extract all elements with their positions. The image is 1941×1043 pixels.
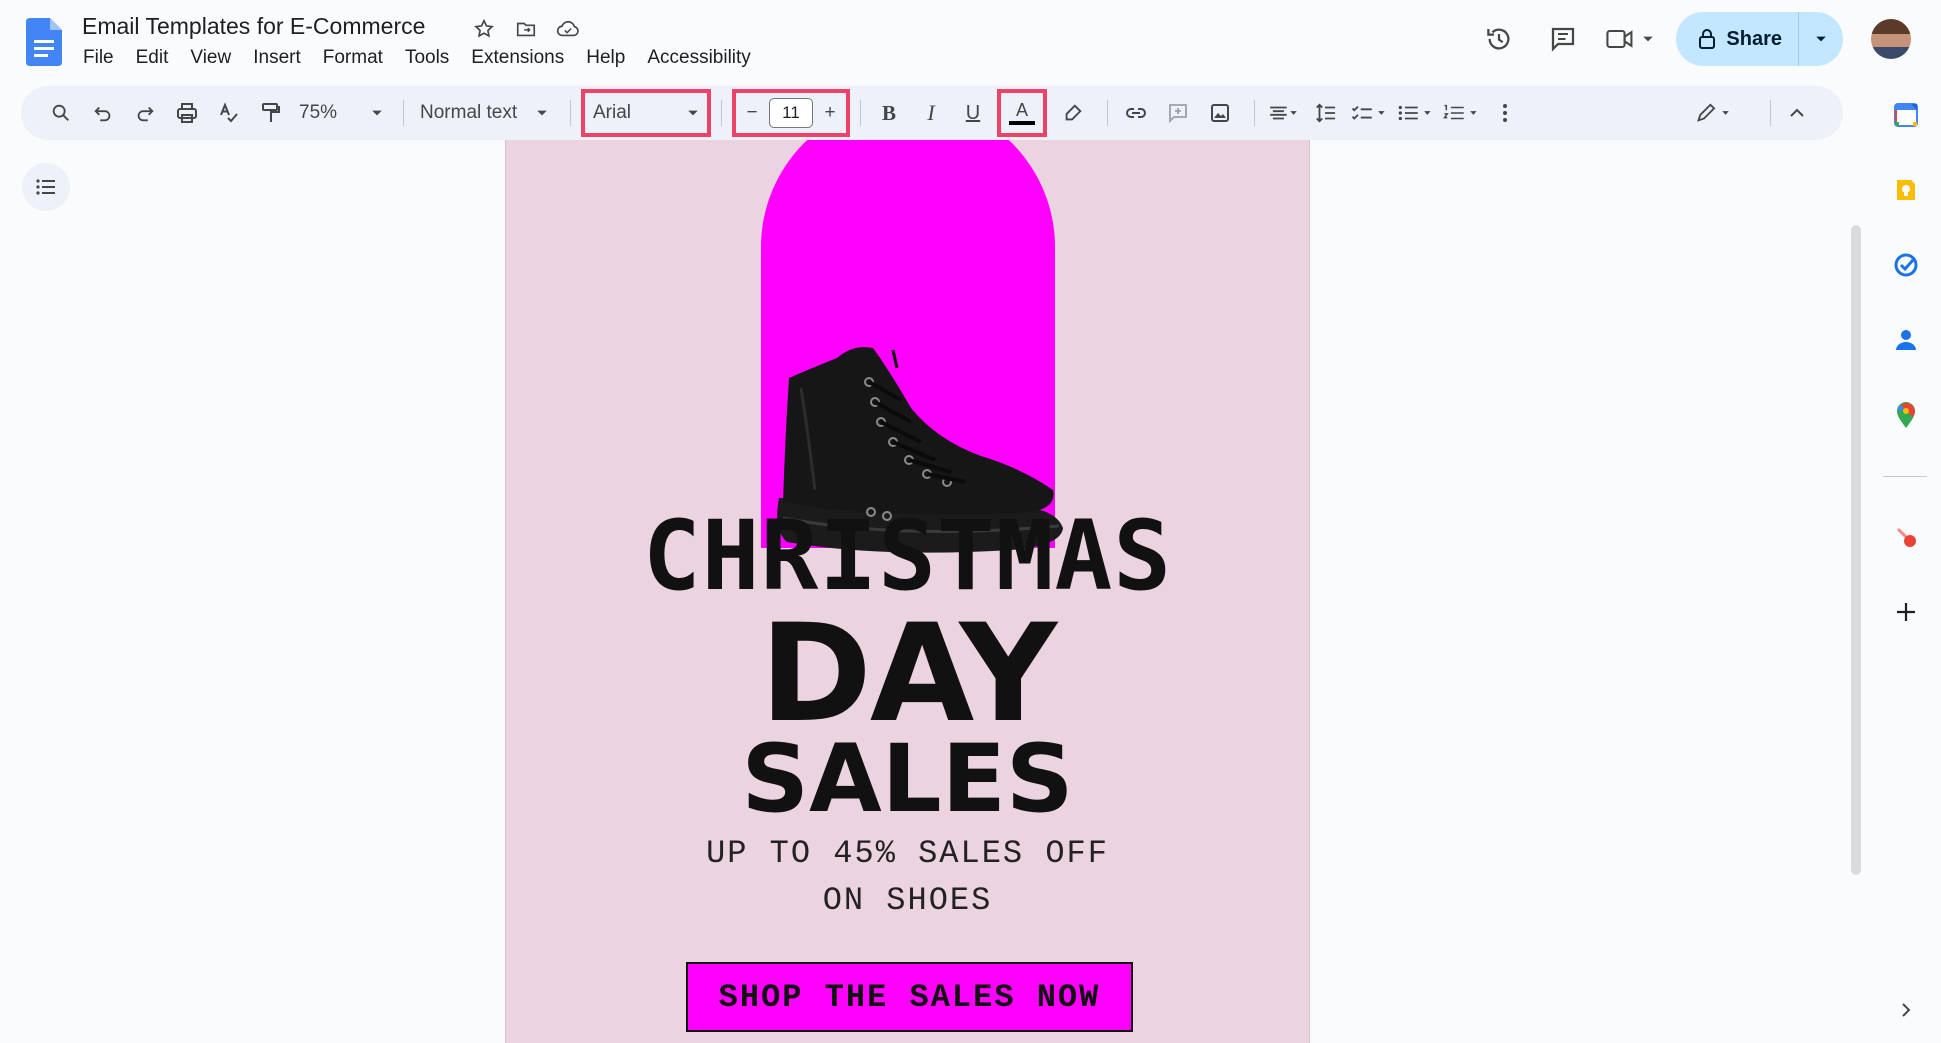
font-size-input[interactable]: 11 [769,98,813,128]
paragraph-style-select[interactable]: Normal text [414,95,554,131]
contacts-icon[interactable] [1892,326,1920,354]
collapse-icon[interactable] [1779,95,1815,131]
tasks-icon[interactable] [1892,251,1920,279]
highlight-icon[interactable] [1055,95,1091,131]
menu-accessibility[interactable]: Accessibility [647,47,750,69]
paint-format-icon[interactable] [253,95,289,131]
outline-icon [36,179,55,195]
zoom-select[interactable]: 75% [295,95,387,131]
addon-icon[interactable] [1892,523,1920,551]
bulleted-list-icon[interactable] [1395,95,1435,131]
chevron-down-icon [688,110,698,116]
menu-insert[interactable]: Insert [253,47,301,69]
add-comment-icon[interactable] [1160,95,1196,131]
toolbar-divider [1770,100,1771,126]
toolbar-divider [1107,100,1108,126]
meet-icon [1606,29,1633,49]
align-icon[interactable] [1265,95,1301,131]
numbered-list-icon[interactable] [1441,95,1481,131]
paragraph-style-value: Normal text [420,102,518,123]
menu-edit[interactable]: Edit [136,47,169,69]
maps-icon[interactable] [1892,401,1920,429]
bold-button[interactable]: B [871,95,907,131]
toolbar-divider [860,100,861,126]
checklist-icon[interactable] [1349,95,1389,131]
document-page[interactable]: CHRISTMAS DAY SALES UP TO 45% SALES OFF … [505,140,1310,1043]
toolbar-divider [403,100,404,126]
toolbar-divider [1254,100,1255,126]
subline-shoes: ON SHOES [822,882,993,919]
more-icon[interactable] [1487,95,1523,131]
decrease-font-size-button[interactable]: − [740,95,764,131]
lock-icon [1699,29,1716,49]
docs-logo-icon[interactable] [26,18,62,66]
menu-file[interactable]: File [83,47,114,69]
menu-format[interactable]: Format [323,47,383,69]
chevron-right-icon[interactable] [1892,996,1920,1024]
document-title[interactable]: Email Templates for E-Commerce [82,13,425,40]
menu-extensions[interactable]: Extensions [471,47,564,69]
meet-button[interactable] [1604,25,1654,53]
text-color-glyph: A [1015,100,1028,120]
spellcheck-icon[interactable] [211,95,247,131]
headline-sales: SALES [741,725,1074,834]
font-size-control: − 11 + [732,89,850,137]
shop-sales-button[interactable]: SHOP THE SALES NOW [686,962,1133,1032]
toolbar-divider [570,100,571,126]
calendar-icon[interactable] [1892,101,1920,129]
chevron-down-icon [1643,36,1654,42]
chevron-down-icon [537,110,547,116]
underline-button[interactable]: U [955,95,991,131]
side-panel [1871,86,1941,1043]
subline-discount: UP TO 45% SALES OFF [706,835,1109,872]
increase-font-size-button[interactable]: + [818,95,842,131]
menu-help[interactable]: Help [586,47,625,69]
share-dropdown[interactable] [1799,12,1843,66]
text-color-swatch [1009,121,1035,125]
font-value: Arial [593,102,632,123]
share-label: Share [1726,27,1782,50]
chevron-down-icon [1816,36,1826,42]
menu-bar: File Edit View Insert Format Tools Exten… [83,47,751,69]
avatar[interactable] [1871,19,1911,59]
line-spacing-icon[interactable] [1307,95,1343,131]
share-main[interactable]: Share [1676,12,1799,66]
redo-icon[interactable] [127,95,163,131]
add-icon[interactable] [1892,598,1920,626]
document-scrollbar[interactable] [1851,225,1861,875]
share-button[interactable]: Share [1676,12,1843,66]
side-panel-divider [1883,476,1927,477]
version-history-icon[interactable] [1476,16,1522,62]
zoom-value: 75% [299,102,338,123]
chevron-down-icon [372,110,382,116]
print-icon[interactable] [169,95,205,131]
star-icon[interactable] [470,15,498,43]
keep-icon[interactable] [1892,176,1920,204]
menu-view[interactable]: View [190,47,231,69]
undo-icon[interactable] [85,95,121,131]
italic-button[interactable]: I [913,95,949,131]
toolbar: 75% Normal text Arial − 11 + B I U A [21,86,1843,140]
link-icon[interactable] [1118,95,1154,131]
font-select[interactable]: Arial [581,89,711,137]
text-color-button[interactable]: A [997,89,1047,137]
insert-image-icon[interactable] [1202,95,1238,131]
search-icon[interactable] [43,95,79,131]
edit-mode-icon[interactable] [1693,95,1737,131]
outline-button[interactable] [22,163,70,211]
move-to-folder-icon[interactable] [512,15,540,43]
menu-tools[interactable]: Tools [405,47,449,69]
toolbar-divider [721,100,722,126]
comments-icon[interactable] [1540,16,1586,62]
cloud-status-icon[interactable] [554,15,582,43]
